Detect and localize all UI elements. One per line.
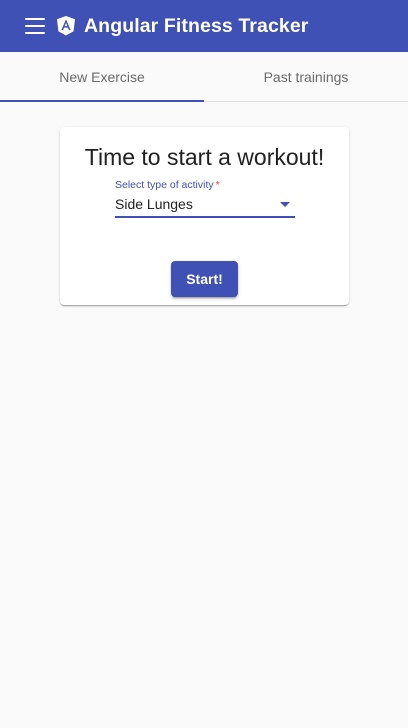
activity-select-label-text: Select type of activity <box>115 179 214 191</box>
tab-new-exercise[interactable]: New Exercise <box>0 52 204 102</box>
required-marker: * <box>215 179 220 191</box>
select-underline <box>115 216 295 218</box>
new-training-card: Time to start a workout! Select type of … <box>60 127 349 305</box>
activity-select-label: Select type of activity * <box>115 179 295 191</box>
activity-select[interactable]: Select type of activity * Side Lunges <box>115 179 295 219</box>
start-button[interactable]: Start! <box>171 261 238 297</box>
tab-new-exercise-label: New Exercise <box>59 68 145 85</box>
tab-past-trainings[interactable]: Past trainings <box>204 52 408 101</box>
app-title: Angular Fitness Tracker <box>84 14 309 37</box>
menu-icon[interactable] <box>25 18 45 34</box>
app-toolbar: Angular Fitness Tracker <box>0 0 408 52</box>
tab-bar: New Exercise Past trainings <box>0 52 408 102</box>
tab-past-trainings-label: Past trainings <box>263 68 349 85</box>
activity-select-value: Side Lunges <box>115 196 193 212</box>
card-title: Time to start a workout! <box>84 144 325 170</box>
dropdown-arrow-icon[interactable] <box>280 202 290 207</box>
angular-logo-icon <box>56 15 76 37</box>
